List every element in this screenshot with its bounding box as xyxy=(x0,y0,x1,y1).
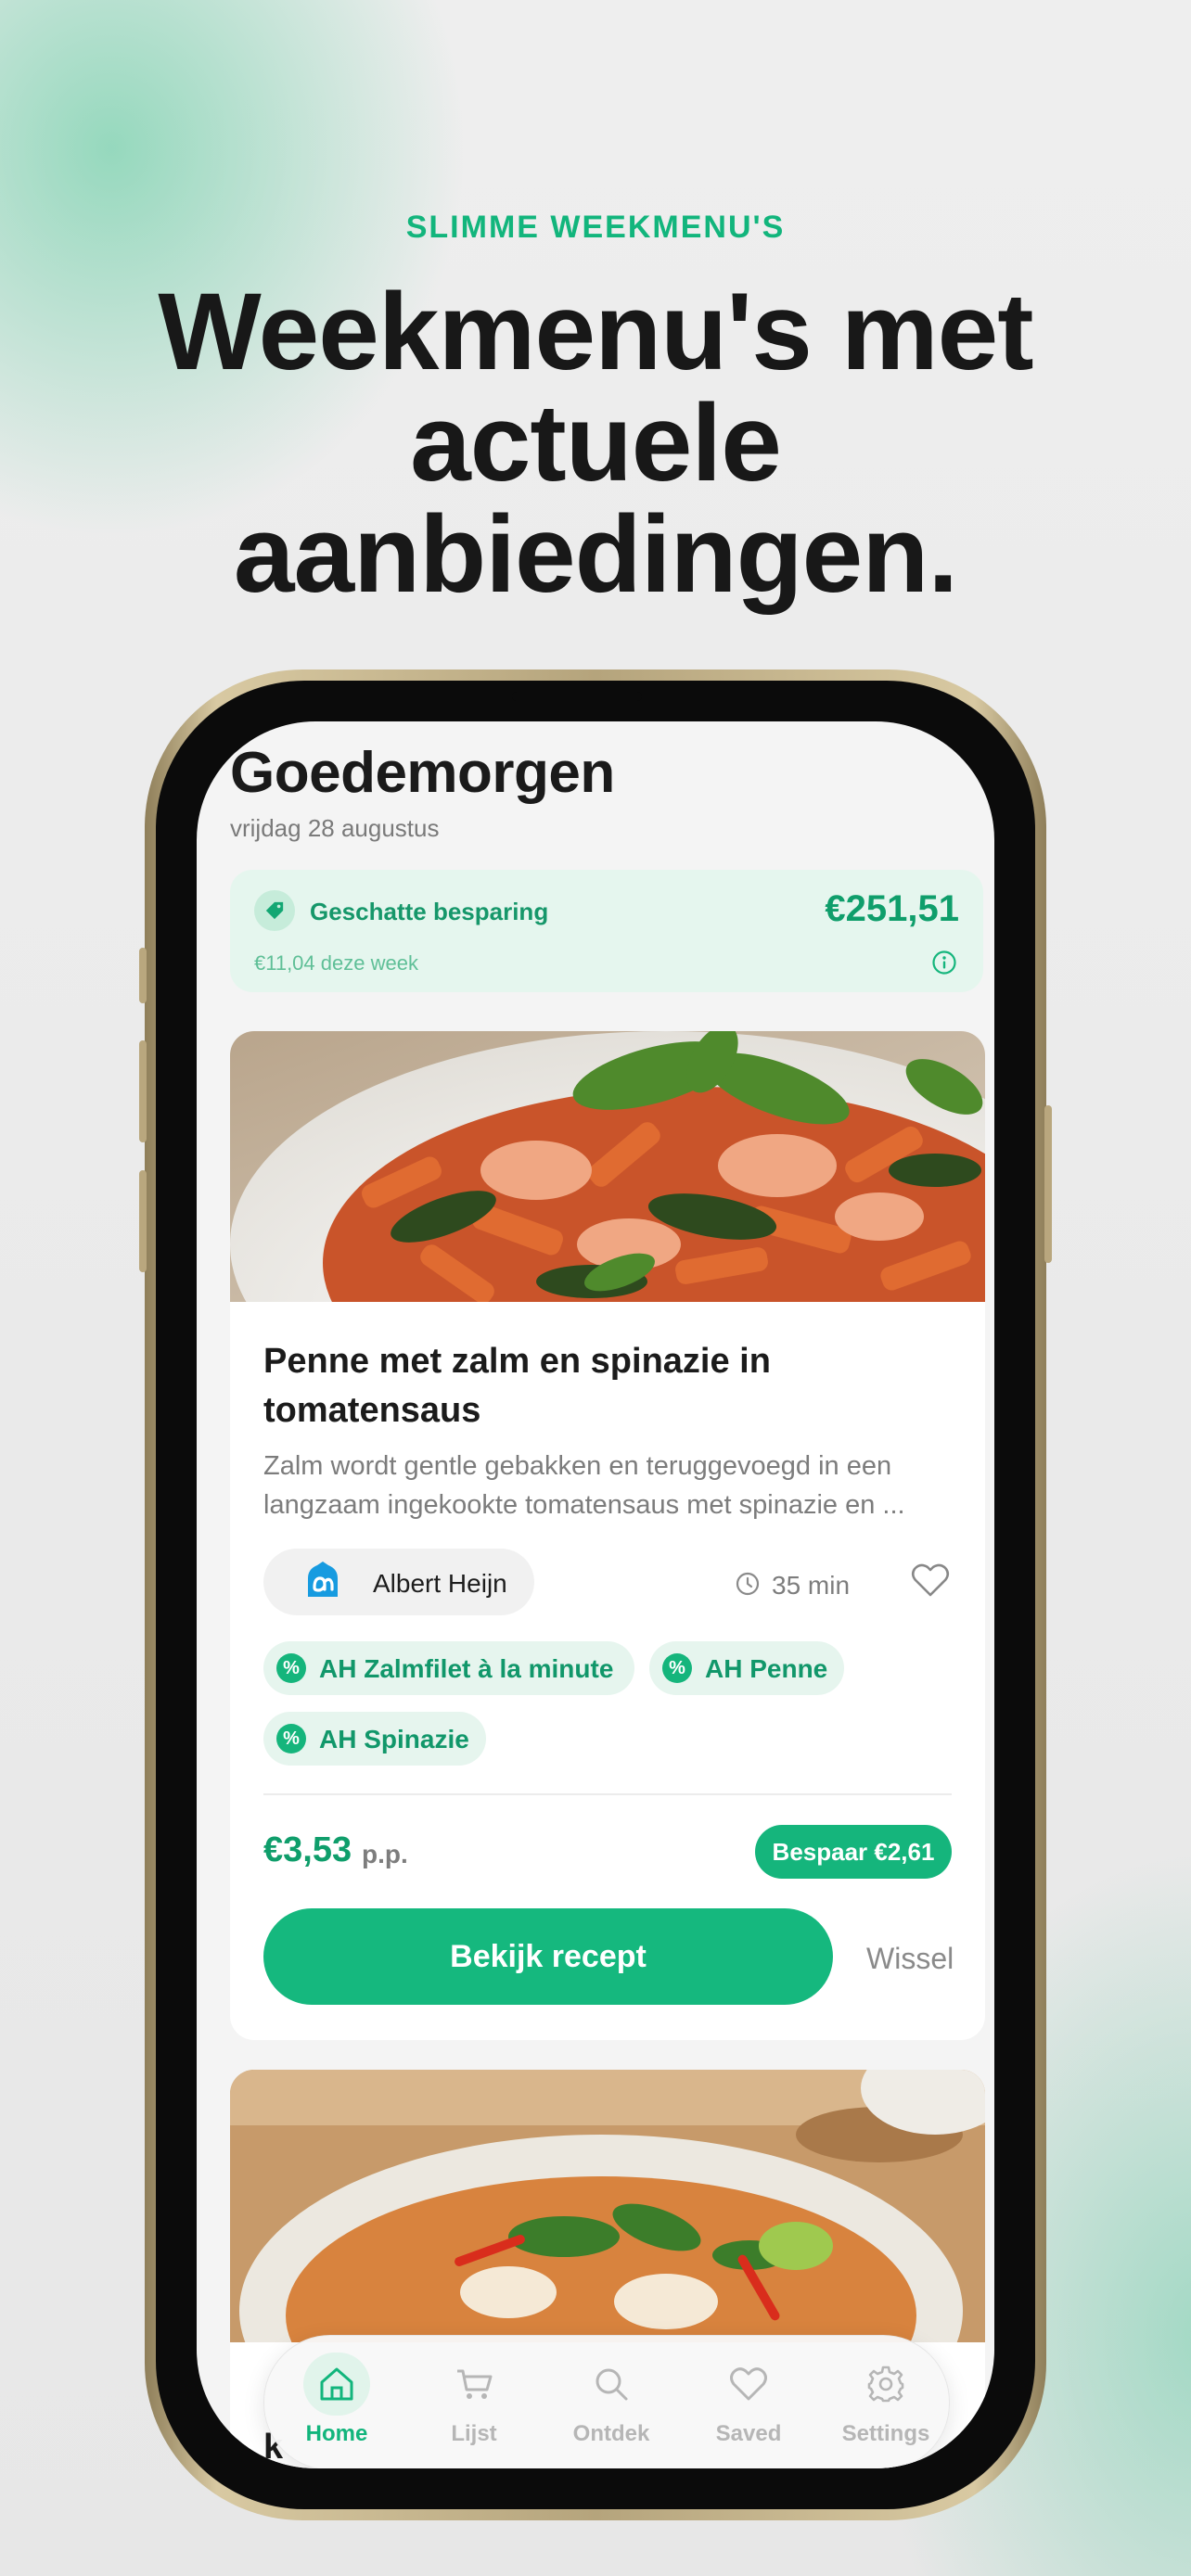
price-per-person: €3,53 xyxy=(263,1830,352,1869)
card-divider xyxy=(263,1793,952,1795)
recipe-description: Zalm wordt gentle gebakken en teruggevoe… xyxy=(263,1451,905,1520)
discount-icon: % xyxy=(662,1653,692,1683)
phone-bezel: Goedemorgen vrijdag 28 augustus Geschatt… xyxy=(156,681,1035,2509)
app-screen: Goedemorgen vrijdag 28 augustus Geschatt… xyxy=(197,721,994,2468)
headline-line-2: actuele xyxy=(410,382,782,504)
offer-label: AH Penne xyxy=(705,1654,828,1683)
phone-volume-down xyxy=(139,1170,147,1272)
recipe-image-next[interactable] xyxy=(230,2070,985,2342)
tab-label: Settings xyxy=(841,2421,930,2446)
albert-heijn-logo xyxy=(308,1562,338,1597)
tab-discover[interactable]: Ontdek xyxy=(543,2336,680,2468)
tab-label: Ontdek xyxy=(572,2421,650,2446)
tab-saved[interactable]: Saved xyxy=(680,2336,817,2468)
tab-list[interactable]: Lijst xyxy=(405,2336,543,2468)
price-tag-icon xyxy=(254,890,295,931)
store-badge[interactable]: Albert Heijn xyxy=(263,1549,534,1615)
cart-icon xyxy=(457,2369,493,2399)
phone-frame: Goedemorgen vrijdag 28 augustus Geschatt… xyxy=(139,670,1052,2520)
recipe-title[interactable]: Penne met zalm en spinazie in tomatensau… xyxy=(263,1337,931,1435)
savings-label: Geschatte besparing xyxy=(310,898,549,925)
tab-home[interactable]: Home xyxy=(268,2336,405,2468)
bottom-tab-bar: Home Lijst Ontdek Saved Settings xyxy=(263,2335,950,2468)
discount-icon: % xyxy=(276,1653,306,1683)
hero-headline: Weekmenu's met actuele aanbiedingen. xyxy=(0,276,1191,610)
current-date: vrijdag 28 augustus xyxy=(230,814,440,842)
heart-icon xyxy=(730,2367,767,2401)
phone-speaker xyxy=(512,692,642,701)
tab-label: Saved xyxy=(715,2421,782,2446)
offer-label: AH Zalmfilet à la minute xyxy=(319,1654,614,1683)
recipe-image[interactable] xyxy=(230,1031,985,1302)
search-icon xyxy=(596,2368,628,2401)
phone-volume-up xyxy=(139,1040,147,1142)
offer-label: AH Spinazie xyxy=(319,1725,469,1753)
tab-settings[interactable]: Settings xyxy=(817,2336,954,2468)
tab-label: Home xyxy=(305,2421,368,2446)
store-name: Albert Heijn xyxy=(373,1569,507,1598)
recipe-card[interactable]: Penne met zalm en spinazie in tomatensau… xyxy=(230,1031,985,2040)
savings-amount: €251,51 xyxy=(825,888,959,929)
offer-chip[interactable]: % AH Penne xyxy=(649,1641,844,1695)
savings-card[interactable]: Geschatte besparing €251,51 €11,04 deze … xyxy=(230,870,983,992)
swap-button[interactable]: Wissel xyxy=(866,1942,954,1976)
offer-chip[interactable]: % AH Spinazie xyxy=(263,1712,486,1766)
cook-time-label: 35 min xyxy=(772,1571,851,1600)
headline-line-3: aanbiedingen. xyxy=(233,493,958,616)
tab-label: Lijst xyxy=(451,2421,497,2446)
home-icon xyxy=(320,2367,353,2401)
favorite-heart-icon[interactable] xyxy=(911,1562,950,1599)
headline-line-1: Weekmenu's met xyxy=(158,271,1033,393)
clock-icon xyxy=(736,1572,760,1596)
eyebrow-label: SLIMME WEEKMENU'S xyxy=(405,210,786,245)
savings-weekly: €11,04 deze week xyxy=(254,951,418,975)
phone-silent-switch xyxy=(139,948,147,1003)
phone-power-button xyxy=(1044,1105,1052,1263)
savings-badge: Bespaar €2,61 xyxy=(755,1825,952,1879)
price-unit: p.p. xyxy=(362,1840,408,1868)
gear-icon xyxy=(867,2366,904,2403)
info-icon[interactable] xyxy=(931,950,957,976)
view-recipe-button[interactable]: Bekijk recept xyxy=(263,1908,833,2005)
offer-chip[interactable]: % AH Zalmfilet à la minute xyxy=(263,1641,634,1695)
greeting-title: Goedemorgen xyxy=(230,741,615,805)
discount-icon: % xyxy=(276,1724,306,1753)
